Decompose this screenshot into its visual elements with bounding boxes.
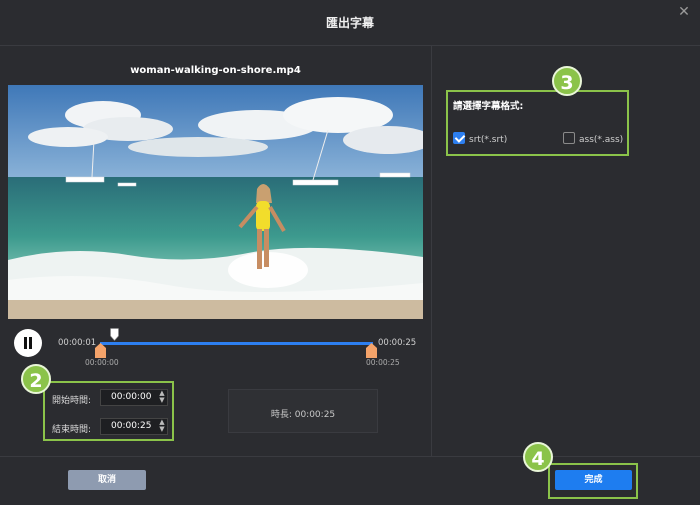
end-handle-time: 00:00:25 xyxy=(366,358,400,367)
dialog-title: 匯出字幕 xyxy=(325,16,374,30)
panel-divider xyxy=(431,46,432,456)
pause-icon-bar xyxy=(29,337,32,349)
step-badge-2: 2 xyxy=(21,364,51,394)
range-end-handle[interactable] xyxy=(366,343,377,358)
footer-divider xyxy=(0,456,700,457)
cancel-button[interactable]: 取消 xyxy=(68,470,146,490)
step-badge-3: 3 xyxy=(552,66,582,96)
video-preview[interactable] xyxy=(8,85,423,319)
highlight-box-done xyxy=(548,463,638,499)
timeline-track[interactable] xyxy=(100,342,373,345)
export-subtitle-dialog: 匯出字幕 ✕ woman-walking-on-shore.mp4 00:00:… xyxy=(0,0,700,505)
range-start-handle[interactable] xyxy=(95,343,106,358)
title-bar: 匯出字幕 ✕ xyxy=(0,0,700,46)
beach-scene-image xyxy=(8,85,423,319)
start-handle-time: 00:00:00 xyxy=(85,358,119,367)
close-icon[interactable]: ✕ xyxy=(676,4,692,20)
duration-panel: 時長: 00:00:25 xyxy=(228,389,378,433)
pause-icon xyxy=(24,337,27,349)
step-badge-4: 4 xyxy=(523,442,553,472)
video-filename: woman-walking-on-shore.mp4 xyxy=(130,65,301,76)
end-time: 00:00:25 xyxy=(378,338,417,348)
highlight-box-time-range xyxy=(43,381,174,441)
duration-text: 時長: 00:00:25 xyxy=(270,410,336,420)
current-time: 00:00:01 xyxy=(58,338,97,348)
pause-button[interactable] xyxy=(14,329,42,357)
playhead-marker-icon[interactable] xyxy=(110,328,120,341)
highlight-box-format xyxy=(446,90,629,156)
